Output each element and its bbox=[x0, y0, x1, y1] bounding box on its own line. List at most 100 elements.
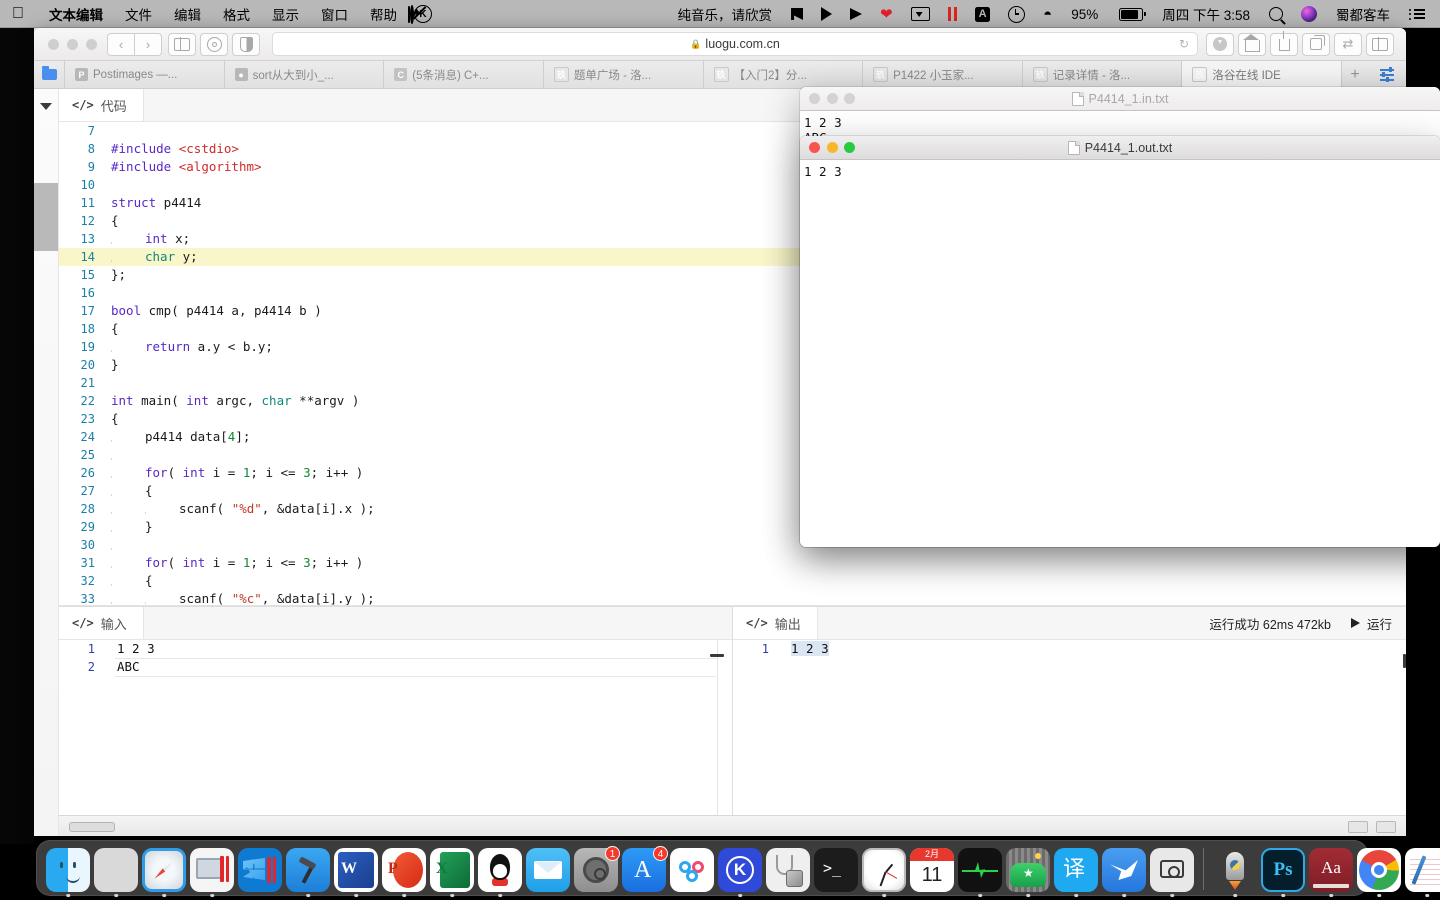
dock-item-app-store[interactable]: A4 bbox=[622, 846, 668, 892]
dock-item-kugou[interactable]: K bbox=[718, 848, 762, 897]
downloads-button[interactable] bbox=[1206, 32, 1234, 56]
dock-item-parallels[interactable] bbox=[190, 848, 234, 897]
menu-format[interactable]: 格式 bbox=[212, 4, 261, 24]
browser-tab-0[interactable]: P Postimages —... bbox=[65, 61, 225, 88]
previous-track-icon[interactable] bbox=[782, 8, 812, 20]
settings-button[interactable] bbox=[200, 32, 228, 56]
apple-menu-icon[interactable]:  bbox=[0, 6, 38, 22]
page-footer bbox=[59, 815, 1406, 836]
dock-item-excel[interactable]: X bbox=[430, 848, 474, 897]
dock-item-pycharm[interactable] bbox=[1213, 848, 1257, 897]
dock-running-indicator bbox=[498, 893, 502, 897]
input-textarea[interactable]: 1 1 2 3 2 ABC bbox=[59, 640, 732, 815]
dock-item-baidu-netdisk[interactable] bbox=[670, 848, 714, 892]
battery-icon[interactable] bbox=[1108, 7, 1152, 21]
browser-tab-2[interactable]: C (5条消息) C+... bbox=[384, 61, 544, 88]
browser-tab-1[interactable]: ● sort从大到小_... bbox=[225, 61, 385, 88]
dock-item-clock[interactable] bbox=[862, 848, 906, 897]
translate-button[interactable]: ⇄ bbox=[1334, 32, 1362, 56]
dock-item-terminal[interactable]: >_ bbox=[814, 848, 858, 892]
pause-icon[interactable] bbox=[939, 7, 967, 21]
dock-item-photos[interactable]: ★ bbox=[1006, 848, 1050, 897]
dock-item-translate[interactable]: 译 bbox=[1054, 848, 1098, 897]
back-button[interactable]: ‹ bbox=[107, 32, 135, 56]
chevron-down-icon[interactable] bbox=[40, 103, 52, 110]
dock-item-finder[interactable] bbox=[46, 848, 90, 897]
navigation-buttons[interactable]: ‹ › bbox=[107, 32, 162, 56]
footer-pill[interactable] bbox=[69, 822, 115, 832]
forward-button[interactable]: › bbox=[135, 32, 162, 56]
new-tab-button[interactable]: + bbox=[1342, 61, 1368, 88]
browser-tab-4[interactable]: 玖 【入门2】分... bbox=[704, 61, 864, 88]
dock-item-screenshot[interactable] bbox=[1150, 848, 1194, 897]
dock-item-qq[interactable] bbox=[478, 848, 522, 897]
browser-tab-3[interactable]: 玖 题单广场 - 洛... bbox=[544, 61, 704, 88]
dock-item-notes[interactable] bbox=[1405, 848, 1440, 897]
bookmarks-folder-button[interactable] bbox=[34, 61, 65, 88]
menu-edit[interactable]: 编辑 bbox=[163, 4, 212, 24]
dock-item-xcode[interactable] bbox=[286, 848, 330, 897]
airplay-icon[interactable] bbox=[902, 7, 939, 21]
scrollbar-thumb[interactable] bbox=[34, 183, 58, 251]
textedit-output-body[interactable]: 1 2 3 bbox=[800, 160, 1440, 179]
user-name-label[interactable]: 蜀都客车 bbox=[1326, 4, 1400, 24]
menu-help[interactable]: 帮助 bbox=[359, 4, 408, 24]
run-controls: 运行成功 62ms 472kb 运行 bbox=[1209, 614, 1406, 633]
output-resize-handle[interactable] bbox=[1403, 654, 1406, 668]
dock-item-thunder[interactable] bbox=[1102, 848, 1146, 897]
footer-button-1[interactable] bbox=[1348, 821, 1368, 833]
share-button[interactable] bbox=[1270, 31, 1298, 56]
do-not-disturb-icon[interactable] bbox=[410, 4, 414, 24]
window-traffic-lights[interactable] bbox=[42, 38, 107, 50]
time-machine-icon[interactable] bbox=[999, 5, 1034, 23]
tab-code[interactable]: </> 代码 bbox=[59, 89, 144, 121]
play-icon[interactable] bbox=[812, 7, 841, 21]
textedit-output-titlebar[interactable]: P4414_1.out.txt bbox=[800, 136, 1440, 160]
input-resize-handle[interactable] bbox=[710, 654, 724, 657]
home-button[interactable] bbox=[1238, 32, 1266, 56]
dock-item-powerpoint[interactable]: P bbox=[382, 848, 426, 897]
footer-button-2[interactable] bbox=[1376, 821, 1396, 833]
dock-item-calendar[interactable]: 2月 11 bbox=[910, 848, 954, 892]
tab-input[interactable]: </> 输入 bbox=[59, 607, 144, 639]
address-bar[interactable]: 🔒 luogu.com.cn ↻ bbox=[272, 32, 1198, 56]
page-left-rail[interactable] bbox=[34, 89, 59, 836]
siri-icon[interactable] bbox=[1292, 6, 1326, 22]
dock-item-cleaner[interactable]: 1 bbox=[574, 846, 620, 892]
sidebar-toggle-button[interactable] bbox=[168, 32, 196, 56]
next-track-icon[interactable] bbox=[841, 8, 871, 20]
line-number: 9 bbox=[87, 160, 95, 174]
tab-overview-button[interactable] bbox=[1302, 32, 1330, 56]
dock-item-mail[interactable] bbox=[526, 848, 570, 892]
menu-view[interactable]: 显示 bbox=[261, 4, 310, 24]
browser-tab-7-active[interactable]: 玖 洛谷在线 IDE bbox=[1182, 61, 1342, 88]
tab-output[interactable]: </> 输出 bbox=[733, 607, 818, 639]
browser-tab-6[interactable]: 玖 记录详情 - 洛... bbox=[1023, 61, 1183, 88]
output-area[interactable]: 1 1 2 3 bbox=[733, 640, 1406, 815]
dock-item-safari[interactable] bbox=[142, 848, 186, 897]
dock-item-activity-monitor[interactable] bbox=[958, 848, 1002, 897]
browser-tab-5[interactable]: 玖 P1422 小玉家... bbox=[863, 61, 1023, 88]
textedit-input-titlebar[interactable]: P4414_1.in.txt bbox=[800, 87, 1440, 111]
dock-item-chrome[interactable] bbox=[1357, 848, 1401, 897]
run-button[interactable]: 运行 bbox=[1350, 614, 1392, 633]
clock-datetime[interactable]: 周四 下午 3:58 bbox=[1152, 4, 1260, 24]
spotlight-search-icon[interactable] bbox=[1260, 7, 1292, 21]
show-sidebar-button[interactable] bbox=[1366, 32, 1394, 56]
tab-settings-button[interactable] bbox=[1368, 61, 1406, 88]
menu-file[interactable]: 文件 bbox=[114, 4, 163, 24]
menu-app-name[interactable]: 文本编辑 bbox=[38, 4, 114, 24]
menu-window[interactable]: 窗口 bbox=[310, 4, 359, 24]
privacy-button[interactable] bbox=[232, 32, 260, 56]
dock-item-windows-vm[interactable] bbox=[238, 848, 282, 892]
control-center-icon[interactable] bbox=[1400, 8, 1434, 20]
input-source-icon[interactable]: A bbox=[966, 6, 999, 22]
dock-item-dictionary[interactable]: Aa bbox=[1309, 848, 1353, 897]
reload-icon[interactable]: ↻ bbox=[1179, 37, 1189, 51]
dock-item-microsoft-word[interactable]: W bbox=[334, 848, 378, 897]
favorite-heart-icon[interactable]: ❤ bbox=[871, 7, 902, 22]
dock-item-photoshop[interactable]: Ps bbox=[1261, 848, 1305, 897]
wifi-icon[interactable]: ◓ bbox=[1034, 7, 1061, 22]
dock-item-system-monitor[interactable] bbox=[766, 848, 810, 892]
dock-item-launchpad[interactable] bbox=[94, 848, 138, 897]
